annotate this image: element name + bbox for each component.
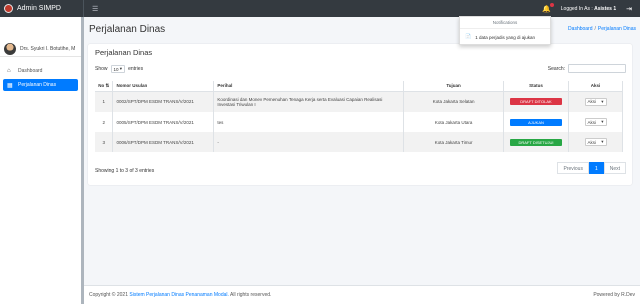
document-icon: 📄 — [465, 34, 472, 40]
show-entries: Show 10 ▾ entries — [95, 65, 143, 73]
top-navbar: Admin SIMPD ☰ 🔔 Logged In As : Asistes 1… — [0, 0, 640, 17]
search-input[interactable] — [568, 64, 626, 73]
table-header-row: No ⇅ Nomor Usulan Perihal Tujuan Status … — [95, 81, 623, 92]
footer: Copyright © 2021 Sistem Perjalanan Dinas… — [84, 285, 640, 304]
breadcrumb-dashboard[interactable]: Dashboard — [568, 26, 592, 32]
logged-in-text: Logged In As : Asistes 1 — [561, 6, 616, 12]
cell-status: DRAFT DISETUJUI — [503, 132, 569, 152]
cell-no: 3 — [95, 132, 114, 152]
cell-aksi: Aksi ▾ — [568, 112, 623, 132]
card-title: Perjalanan Dinas — [95, 48, 153, 57]
table-row: 1 0002/SPT/DPM ESDM TRANS/V/2021 Koordin… — [95, 91, 623, 112]
chevron-down-icon: ▾ — [119, 66, 123, 71]
cell-status: DRAFT DITOLAK — [503, 91, 569, 112]
entries-select[interactable]: 10 ▾ — [110, 65, 126, 73]
hamburger-icon[interactable]: ☰ — [92, 5, 98, 13]
cell-aksi: Aksi ▾ — [568, 132, 623, 152]
sidebar: Drs. Syukri I. Botutihe, M ⌂ Dashboard ▦… — [0, 17, 84, 304]
data-card: Perjalanan Dinas Show 10 ▾ entries Searc… — [88, 44, 632, 185]
brand-title: Admin SIMPD — [17, 5, 61, 12]
notification-header: Notifications — [460, 17, 550, 29]
column-header-status[interactable]: Status — [503, 81, 569, 92]
status-badge: AJUKAN — [510, 118, 562, 126]
copyright: Copyright © 2021 Sistem Perjalanan Dinas… — [89, 292, 272, 298]
content-header: Perjalanan Dinas Dashboard / Perjalanan Di… — [84, 17, 640, 43]
user-panel[interactable]: Drs. Syukri I. Botutihe, M — [0, 41, 81, 57]
page-1-button[interactable]: 1 — [588, 162, 604, 174]
next-button[interactable]: Next — [603, 162, 626, 174]
notification-item[interactable]: 📄 1 data perjadis yang di ajukan — [460, 29, 550, 45]
breadcrumb: Dashboard / Perjalanan Dinas — [568, 26, 636, 32]
sidebar-item-label: Dashboard — [18, 68, 43, 74]
entries-value: 10 — [113, 66, 119, 72]
logged-in-prefix: Logged In As : — [560, 5, 593, 12]
cell-status: AJUKAN — [503, 112, 569, 132]
powered-by: Powered by R.Dev — [593, 292, 635, 298]
cell-perihal: tes — [213, 112, 405, 132]
caret-down-icon: ▾ — [601, 119, 604, 124]
notification-badge — [549, 2, 554, 7]
sidebar-item-dashboard[interactable]: ⌂ Dashboard — [3, 65, 78, 77]
table-info: Showing 1 to 3 of 3 entries — [95, 168, 155, 174]
cell-tujuan: Kota Jakarta Utara — [403, 112, 505, 132]
column-header-tujuan[interactable]: Tujuan — [403, 81, 505, 92]
data-table: No ⇅ Nomor Usulan Perihal Tujuan Status … — [95, 81, 623, 152]
status-badge: DRAFT DITOLAK — [510, 98, 562, 106]
logged-in-user: Asistes 1 — [594, 5, 617, 12]
cell-tujuan: Kota Jakarta Timur — [403, 132, 505, 152]
notification-bell-icon[interactable]: 🔔 — [542, 2, 554, 13]
sidebar-menu: ⌂ Dashboard ▦ Perjalanan Dinas — [0, 65, 81, 91]
cell-tujuan: Kota Jakarta Selatan — [403, 91, 505, 112]
notification-text: 1 data perjadis yang di ajukan — [475, 34, 536, 40]
search-label: Search: — [547, 65, 565, 72]
column-header-aksi[interactable]: Aksi — [568, 81, 623, 92]
column-header-nomor-usulan[interactable]: Nomor Usulan — [112, 81, 215, 92]
brand[interactable]: Admin SIMPD — [0, 0, 84, 17]
cell-perihal: - — [213, 132, 405, 152]
user-name: Drs. Syukri I. Botutihe, M — [20, 45, 76, 52]
search-wrap: Search: — [548, 64, 626, 73]
logout-icon[interactable]: ⇥ — [626, 5, 632, 13]
table-row: 2 0005/SPT/DPM ESDM TRANS/V/2021 tes Kot… — [95, 112, 623, 132]
caret-down-icon: ▾ — [601, 139, 604, 144]
cell-no: 2 — [95, 112, 114, 132]
aksi-dropdown-button[interactable]: Aksi ▾ — [584, 118, 607, 126]
cell-aksi: Aksi ▾ — [568, 91, 623, 112]
navbar-right: 🔔 Logged In As : Asistes 1 ⇥ — [542, 2, 640, 13]
cell-nomor-usulan: 0006/SPT/DPM ESDM TRANS/V/2021 — [112, 132, 215, 152]
status-badge: DRAFT DISETUJUI — [510, 138, 562, 146]
caret-down-icon: ▾ — [601, 98, 604, 104]
aksi-dropdown-button[interactable]: Aksi ▾ — [584, 97, 607, 106]
sidebar-item-label: Perjalanan Dinas — [18, 82, 57, 88]
sort-icon: ⇅ — [105, 82, 110, 88]
footer-link[interactable]: Sistem Perjalanan Dinas Penanaman Modal. — [129, 292, 229, 298]
brand-logo — [4, 4, 13, 13]
cell-nomor-usulan: 0005/SPT/DPM ESDM TRANS/V/2021 — [112, 112, 215, 132]
show-label: Show — [95, 66, 108, 72]
pagination: Previous 1 Next — [557, 162, 626, 174]
home-icon: ⌂ — [7, 68, 11, 74]
previous-button[interactable]: Previous — [557, 162, 589, 174]
notification-dropdown: Notifications 📄 1 data perjadis yang di … — [459, 16, 551, 45]
cell-no: 1 — [95, 91, 114, 112]
cell-nomor-usulan: 0002/SPT/DPM ESDM TRANS/V/2021 — [112, 91, 215, 112]
page-title: Perjalanan Dinas — [89, 24, 166, 35]
aksi-dropdown-button[interactable]: Aksi ▾ — [584, 138, 607, 146]
table-row: 3 0006/SPT/DPM ESDM TRANS/V/2021 - Kota … — [95, 132, 623, 152]
column-header-no[interactable]: No ⇅ — [95, 81, 114, 92]
breadcrumb-separator: / — [594, 26, 596, 32]
column-header-perihal[interactable]: Perihal — [213, 81, 405, 92]
cell-perihal: Koordinasi dan Monev Pemenuhan Tenaga Ke… — [213, 91, 405, 112]
map-icon: ▦ — [7, 82, 13, 89]
breadcrumb-current: Perjalanan Dinas — [597, 26, 636, 32]
entries-label: entries — [128, 66, 144, 72]
avatar — [4, 42, 16, 55]
sidebar-item-perjalanan-dinas[interactable]: ▦ Perjalanan Dinas — [3, 79, 78, 91]
